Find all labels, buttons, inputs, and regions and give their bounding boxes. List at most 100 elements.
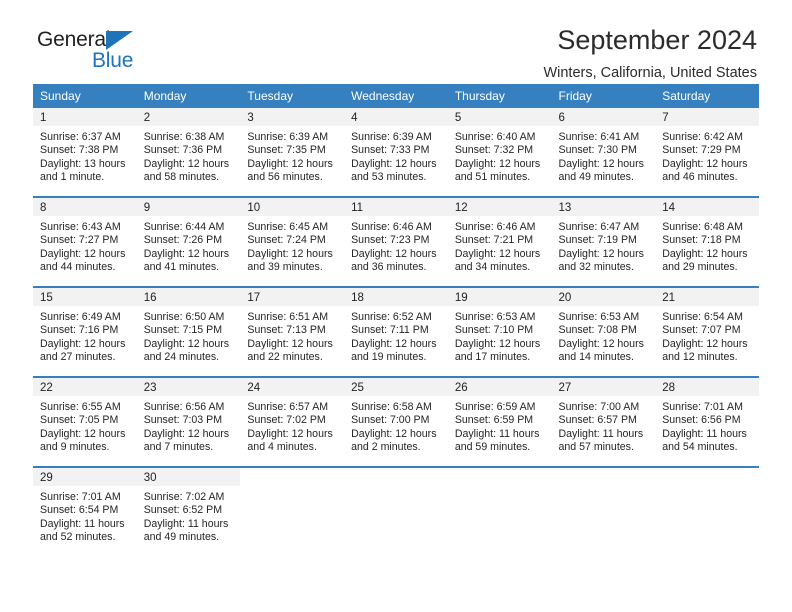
calendar-day-cell[interactable]: 11 Sunrise: 6:46 AM Sunset: 7:23 PM Dayligh… (344, 196, 448, 287)
calendar-day-cell[interactable]: 13 Sunrise: 6:47 AM Sunset: 7:19 PM Dayligh… (551, 196, 656, 287)
calendar-day-cell[interactable]: 1 Sunrise: 6:37 AM Sunset: 7:38 PM Daylight… (33, 108, 137, 197)
daylight-text-line1: Daylight: 13 hours (40, 157, 126, 170)
general-blue-logo[interactable]: General Blue (33, 26, 163, 78)
page-header: General Blue September 2024 Winters, Cal… (33, 0, 759, 82)
day-details: Sunrise: 6:44 AM Sunset: 7:26 PM Daylight:… (137, 216, 241, 274)
daylight-text-line2: and 56 minutes. (247, 170, 323, 183)
calendar-week-row: 8 Sunrise: 6:43 AM Sunset: 7:27 PM Daylight… (33, 196, 759, 287)
calendar-day-cell[interactable]: 22 Sunrise: 6:55 AM Sunset: 7:05 PM Dayligh… (33, 376, 137, 467)
sunrise-text: Sunrise: 7:01 AM (40, 491, 121, 503)
day-number: 8 (33, 198, 137, 216)
day-details: Sunrise: 6:53 AM Sunset: 7:10 PM Daylight:… (448, 306, 552, 364)
daylight-text-line1: Daylight: 12 hours (351, 157, 437, 170)
day-number: 28 (655, 378, 759, 396)
daylight-text-line1: Daylight: 12 hours (454, 337, 541, 350)
daylight-text-line2: and 57 minutes. (558, 440, 634, 453)
sunset-text: Sunset: 7:27 PM (40, 234, 119, 247)
calendar-day-cell[interactable]: 24 Sunrise: 6:57 AM Sunset: 7:02 PM Dayligh… (240, 376, 345, 467)
day-cell-inner: 2 Sunrise: 6:38 AM Sunset: 7:36 PM Daylight… (136, 108, 241, 196)
calendar-day-cell[interactable]: 2 Sunrise: 6:38 AM Sunset: 7:36 PM Daylight… (136, 108, 241, 197)
calendar-day-cell[interactable]: 5 Sunrise: 6:40 AM Sunset: 7:32 PM Daylight… (447, 108, 552, 197)
day-number: 13 (551, 198, 656, 216)
day-number (655, 468, 759, 486)
day-details: Sunrise: 6:59 AM Sunset: 6:59 PM Daylight:… (448, 396, 552, 454)
day-number: 9 (136, 198, 241, 216)
day-cell-inner: 12 Sunrise: 6:46 AM Sunset: 7:21 PM Dayligh… (447, 198, 552, 286)
day-number: 17 (240, 288, 345, 306)
calendar-day-cell[interactable]: 25 Sunrise: 6:58 AM Sunset: 7:00 PM Dayligh… (344, 376, 448, 467)
calendar-day-cell[interactable]: 23 Sunrise: 6:56 AM Sunset: 7:03 PM Dayligh… (136, 376, 241, 467)
daylight-text-line1: Daylight: 12 hours (247, 427, 333, 440)
sunrise-text: Sunrise: 6:57 AM (247, 401, 329, 413)
calendar-day-cell[interactable]: 7 Sunrise: 6:42 AM Sunset: 7:29 PM Daylight… (655, 108, 759, 197)
day-cell-inner: 26 Sunrise: 6:59 AM Sunset: 6:59 PM Dayligh… (447, 378, 552, 466)
sunset-text: Sunset: 7:21 PM (454, 234, 534, 247)
day-number: 7 (655, 108, 759, 126)
day-number: 19 (447, 288, 552, 306)
calendar-day-cell[interactable]: 27 Sunrise: 7:00 AM Sunset: 6:57 PM Dayligh… (551, 376, 656, 467)
day-cell-inner: 11 Sunrise: 6:46 AM Sunset: 7:23 PM Dayligh… (344, 198, 448, 286)
calendar-day-cell[interactable]: 3 Sunrise: 6:39 AM Sunset: 7:35 PM Daylight… (240, 108, 345, 197)
calendar-day-cell[interactable]: 28 Sunrise: 7:01 AM Sunset: 6:56 PM Dayligh… (655, 376, 759, 467)
calendar-day-cell[interactable]: 29 Sunrise: 7:01 AM Sunset: 6:54 PM Dayligh… (33, 466, 137, 556)
daylight-text-line2: and 44 minutes. (40, 260, 116, 273)
sunrise-text: Sunrise: 6:48 AM (662, 221, 743, 233)
calendar-week-row: 22 Sunrise: 6:55 AM Sunset: 7:05 PM Dayligh… (33, 376, 759, 467)
calendar-day-cell[interactable]: 26 Sunrise: 6:59 AM Sunset: 6:59 PM Dayligh… (447, 376, 552, 467)
daylight-text-line2: and 53 minutes. (351, 170, 427, 183)
daylight-text-line2: and 59 minutes. (454, 440, 531, 453)
calendar-day-cell[interactable]: 8 Sunrise: 6:43 AM Sunset: 7:27 PM Daylight… (33, 196, 137, 287)
daylight-text-line2: and 58 minutes. (143, 170, 220, 183)
sunset-text: Sunset: 6:54 PM (40, 504, 119, 517)
daylight-text-line1: Daylight: 11 hours (662, 427, 747, 440)
calendar-day-cell[interactable]: 12 Sunrise: 6:46 AM Sunset: 7:21 PM Dayligh… (447, 196, 552, 287)
sunset-text: Sunset: 6:59 PM (454, 414, 534, 427)
sunrise-text: Sunrise: 6:51 AM (247, 311, 329, 323)
day-number: 16 (136, 288, 241, 306)
day-details: Sunrise: 6:37 AM Sunset: 7:38 PM Daylight:… (33, 126, 137, 184)
daylight-text-line1: Daylight: 12 hours (558, 157, 644, 170)
sunset-text: Sunset: 7:18 PM (662, 234, 741, 247)
sunrise-text: Sunrise: 7:00 AM (558, 401, 640, 413)
day-cell-inner: 25 Sunrise: 6:58 AM Sunset: 7:00 PM Dayligh… (344, 378, 448, 466)
daylight-text-line1: Daylight: 12 hours (351, 427, 437, 440)
calendar-day-cell (551, 466, 656, 556)
daylight-text-line2: and 29 minutes. (662, 260, 738, 273)
day-number: 11 (344, 198, 448, 216)
day-cell-inner: 20 Sunrise: 6:53 AM Sunset: 7:08 PM Dayligh… (551, 288, 656, 376)
weekday-header-tuesday: Tuesday (240, 84, 345, 108)
calendar-day-cell[interactable]: 16 Sunrise: 6:50 AM Sunset: 7:15 PM Dayligh… (136, 286, 241, 377)
day-number (344, 468, 448, 486)
calendar-day-cell[interactable]: 18 Sunrise: 6:52 AM Sunset: 7:11 PM Dayligh… (344, 286, 448, 377)
calendar-day-cell[interactable]: 17 Sunrise: 6:51 AM Sunset: 7:13 PM Dayligh… (240, 286, 345, 377)
sunrise-text: Sunrise: 6:56 AM (143, 401, 225, 413)
calendar-day-cell[interactable]: 9 Sunrise: 6:44 AM Sunset: 7:26 PM Daylight… (136, 196, 241, 287)
sunrise-text: Sunrise: 6:47 AM (558, 221, 640, 233)
day-details: Sunrise: 6:40 AM Sunset: 7:32 PM Daylight:… (448, 126, 552, 184)
calendar-day-cell[interactable]: 21 Sunrise: 6:54 AM Sunset: 7:07 PM Dayligh… (655, 286, 759, 377)
day-cell-inner (344, 468, 448, 556)
calendar-day-cell[interactable]: 14 Sunrise: 6:48 AM Sunset: 7:18 PM Dayligh… (655, 196, 759, 287)
sunrise-text: Sunrise: 6:49 AM (40, 311, 121, 323)
day-details: Sunrise: 6:51 AM Sunset: 7:13 PM Daylight:… (240, 306, 344, 364)
sunrise-text: Sunrise: 6:46 AM (351, 221, 432, 233)
daylight-text-line1: Daylight: 12 hours (40, 427, 126, 440)
sunset-text: Sunset: 7:03 PM (143, 414, 223, 427)
calendar-day-cell[interactable]: 4 Sunrise: 6:39 AM Sunset: 7:33 PM Daylight… (344, 108, 448, 197)
sunrise-text: Sunrise: 6:37 AM (40, 131, 121, 143)
calendar-day-cell[interactable]: 19 Sunrise: 6:53 AM Sunset: 7:10 PM Dayligh… (447, 286, 552, 377)
calendar-day-cell[interactable]: 6 Sunrise: 6:41 AM Sunset: 7:30 PM Daylight… (551, 108, 656, 197)
day-details: Sunrise: 7:00 AM Sunset: 6:57 PM Daylight:… (552, 396, 656, 454)
sunrise-text: Sunrise: 6:41 AM (558, 131, 640, 143)
sunrise-text: Sunrise: 6:59 AM (454, 401, 536, 413)
sunset-text: Sunset: 6:56 PM (662, 414, 741, 427)
day-details: Sunrise: 7:01 AM Sunset: 6:56 PM Daylight:… (655, 396, 759, 454)
sunset-text: Sunset: 6:52 PM (143, 504, 223, 517)
calendar-day-cell[interactable]: 20 Sunrise: 6:53 AM Sunset: 7:08 PM Dayligh… (551, 286, 656, 377)
day-cell-inner: 13 Sunrise: 6:47 AM Sunset: 7:19 PM Dayligh… (551, 198, 656, 286)
daylight-text-line2: and 14 minutes. (558, 350, 634, 363)
calendar-day-cell[interactable]: 30 Sunrise: 7:02 AM Sunset: 6:52 PM Dayligh… (136, 466, 241, 556)
calendar-day-cell[interactable]: 15 Sunrise: 6:49 AM Sunset: 7:16 PM Dayligh… (33, 286, 137, 377)
daylight-text-line1: Daylight: 12 hours (247, 157, 333, 170)
calendar-day-cell[interactable]: 10 Sunrise: 6:45 AM Sunset: 7:24 PM Dayligh… (240, 196, 345, 287)
